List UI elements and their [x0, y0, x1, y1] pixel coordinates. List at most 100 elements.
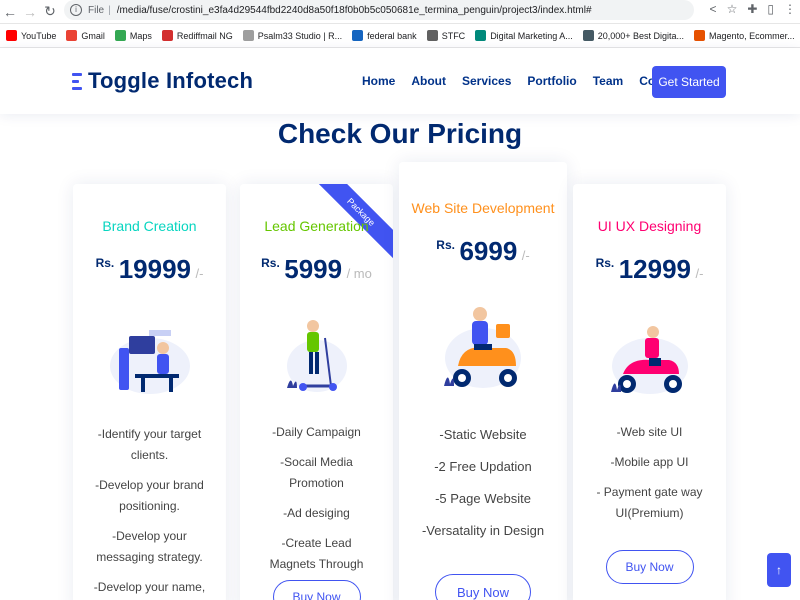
logo[interactable]: Toggle Infotech	[72, 68, 253, 94]
price-period: /-	[695, 266, 704, 281]
feature-item: -Daily Campaign	[272, 425, 361, 439]
bookmark-favicon-icon	[426, 30, 438, 41]
nav-about[interactable]: About	[411, 74, 446, 88]
bookmark-favicon-icon	[582, 30, 594, 41]
bookmark-label: STFC	[441, 30, 466, 41]
feature-item: -2 Free Updation	[434, 459, 532, 474]
bookmark-label: Magento, Ecommer...	[709, 30, 795, 41]
share-icon[interactable]: <	[710, 2, 717, 16]
price-currency: Rs.	[261, 256, 280, 270]
price-period: /-	[521, 248, 530, 263]
bookmark-favicon-icon	[66, 30, 78, 41]
bookmark-favicon-icon	[6, 30, 17, 41]
pricing-card-web-site-development: Web Site Development Rs. 6999 /- -Static…	[399, 162, 567, 600]
price-amount: 5999	[284, 254, 343, 284]
url-scheme: File	[88, 4, 105, 16]
price-period: /-	[195, 266, 204, 281]
pricing-card-lead-generation: Package Lead Generation Rs. 5999 / mo -D…	[240, 184, 393, 600]
url-path: /media/fuse/crostini_e3fa4d29544fbd2240d…	[116, 4, 592, 16]
buy-now-button[interactable]: Buy Now	[272, 580, 361, 600]
brand-creation-illustration	[105, 316, 195, 401]
site-info-icon[interactable]: i	[70, 4, 82, 16]
bookmark-label: Maps	[129, 30, 152, 41]
feature-list: -Static Website -2 Free Updation -5 Page…	[399, 424, 567, 552]
nav-portfolio[interactable]: Portfolio	[527, 74, 576, 88]
feature-item: -5 Page Website	[435, 491, 531, 506]
ui-ux-illustration	[605, 322, 695, 403]
get-started-button[interactable]: Get Started	[652, 66, 726, 98]
bookmark-item[interactable]: Gmail	[66, 30, 105, 41]
logo-mark-icon	[72, 71, 84, 91]
bookmark-item[interactable]: Digital Marketing A...	[475, 30, 573, 41]
bookmark-label: YouTube	[21, 30, 57, 41]
plan-price: Rs. 19999 /-	[73, 254, 226, 285]
bookmark-item[interactable]: Maps	[114, 30, 152, 41]
web-development-illustration	[438, 302, 528, 399]
price-amount: 6999	[459, 236, 518, 266]
star-icon[interactable]: ☆	[727, 2, 738, 16]
buy-now-button[interactable]: Buy Now	[435, 574, 531, 600]
bookmark-label: federal bank	[367, 30, 417, 41]
bookmark-label: Rediffmail NG	[176, 30, 233, 41]
bookmark-favicon-icon	[242, 30, 254, 41]
buy-now-button[interactable]: Buy Now	[605, 550, 694, 584]
bookmark-item[interactable]: Rediffmail NG	[161, 30, 233, 41]
main-nav: Home About Services Portfolio Team Conta…	[362, 74, 700, 88]
address-bar[interactable]: i File | /media/fuse/crostini_e3fa4d2954…	[64, 0, 694, 20]
feature-item: -Mobile app UI	[610, 455, 689, 469]
feature-item: -Develop your brand positioning.	[95, 478, 204, 513]
lead-generation-illustration	[277, 316, 357, 401]
bookmark-item[interactable]: federal bank	[352, 30, 417, 41]
price-currency: Rs.	[595, 256, 615, 270]
back-arrow-icon[interactable]: ←	[0, 4, 20, 20]
plan-name: UI UX Designing	[597, 218, 702, 234]
browser-toolbar: ← → ↻ i File | /media/fuse/crostini_e3fa…	[0, 0, 800, 24]
bookmark-item[interactable]: YouTube	[6, 30, 56, 41]
bookmark-favicon-icon	[114, 30, 126, 41]
feature-list: -Web site UI -Mobile app UI - Payment ga…	[573, 422, 726, 533]
back-to-top-button[interactable]: ↑	[767, 553, 791, 587]
nav-team[interactable]: Team	[593, 74, 623, 88]
bookmark-label: 20,000+ Best Digita...	[597, 30, 685, 41]
bookmark-favicon-icon	[694, 30, 706, 41]
nav-services[interactable]: Services	[462, 74, 511, 88]
extensions-icon[interactable]: ✚	[747, 2, 757, 16]
plan-name: Web Site Development	[411, 200, 555, 216]
brand-name: Toggle Infotech	[88, 68, 254, 93]
bookmark-favicon-icon	[352, 30, 364, 41]
price-amount: 12999	[618, 254, 692, 284]
plan-price: Rs. 12999 /-	[573, 254, 726, 285]
price-amount: 19999	[118, 254, 192, 284]
feature-list: -Identify your target clients. -Develop …	[73, 424, 226, 600]
bookmark-item[interactable]: STFC	[426, 30, 466, 41]
price-currency: Rs.	[436, 238, 455, 252]
feature-item: -Versatality in Design	[421, 523, 545, 538]
price-period: / mo	[346, 266, 372, 281]
bookmarks-bar: YouTube Gmail Maps Rediffmail NG Psalm33 Stu…	[0, 24, 800, 48]
plan-name: Brand Creation	[102, 218, 197, 234]
reload-icon[interactable]: ↻	[40, 3, 60, 20]
bookmark-item[interactable]: Magento, Ecommer...	[694, 30, 795, 41]
feature-list: -Daily Campaign -Socail Media Promotion …	[240, 422, 393, 600]
plan-price: Rs. 6999 /-	[399, 236, 567, 267]
feature-item: -Develop your messaging strategy.	[96, 529, 203, 564]
feature-item: -Static Website	[439, 427, 527, 442]
bookmark-label: Psalm33 Studio | R...	[257, 30, 343, 41]
pricing-card-brand-creation: Brand Creation Rs. 19999 /- -Identify yo…	[73, 184, 226, 600]
menu-icon[interactable]: ⋮	[784, 2, 796, 16]
section-title: Check Our Pricing	[277, 118, 523, 149]
feature-item: -Identify your target clients.	[97, 427, 202, 462]
nav-home[interactable]: Home	[362, 74, 395, 88]
bookmark-label: Gmail	[81, 30, 105, 41]
feature-item: -Ad desiging	[283, 506, 350, 520]
bookmark-item[interactable]: Psalm33 Studio | R...	[242, 30, 343, 41]
feature-item: -Web site UI	[616, 425, 683, 439]
bookmark-favicon-icon	[475, 30, 487, 41]
bookmark-item[interactable]: 20,000+ Best Digita...	[582, 30, 685, 41]
url-separator: |	[108, 4, 111, 16]
side-panel-icon[interactable]: ▯	[767, 2, 774, 16]
forward-arrow-icon[interactable]: →	[20, 4, 40, 20]
feature-item: - Payment gate way UI(Premium)	[596, 485, 703, 520]
feature-item: -Socail Media Promotion	[280, 455, 353, 490]
plan-name: Lead Generation	[264, 218, 369, 234]
